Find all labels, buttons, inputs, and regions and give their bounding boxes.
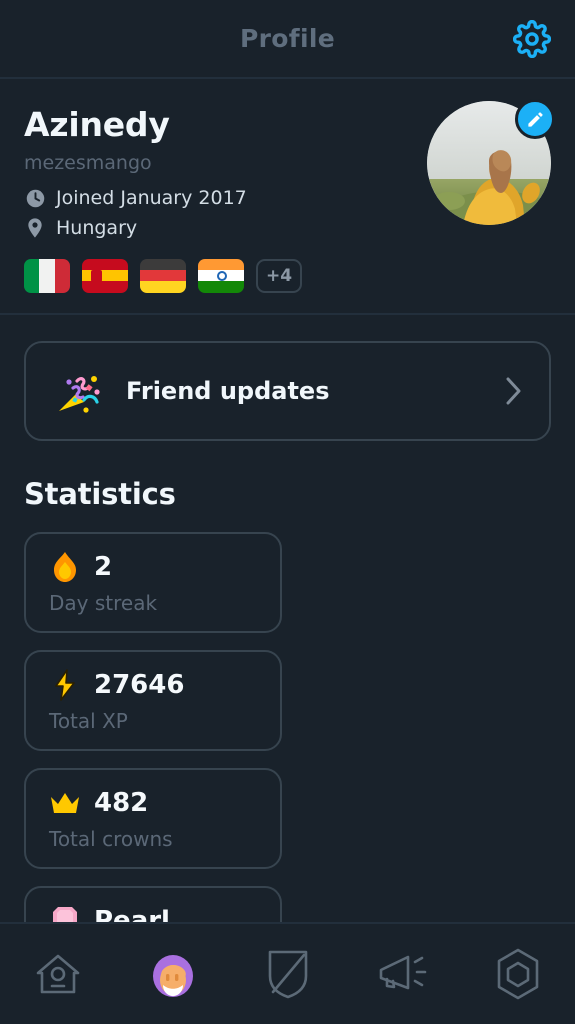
crown-icon [48,786,82,820]
india-flag[interactable] [198,258,244,293]
profile-header: Azinedy mezesmango Joined January 2017 H… [0,79,575,315]
statistics-title: Statistics [24,476,176,511]
italy-flag[interactable] [24,258,70,293]
page-title: Profile [240,24,335,53]
nav-profile[interactable] [137,938,209,1010]
location-text: Hungary [56,216,138,239]
pencil-icon [527,111,543,127]
location-pin-icon [24,217,46,239]
profile-content: Azinedy mezesmango Joined January 2017 H… [0,79,575,922]
chevron-right-icon [503,374,525,408]
stat-total-crowns: 482 Total crowns [24,767,282,869]
avatar-container[interactable] [427,99,555,225]
gear-icon [513,19,551,58]
stat-value: 27646 [94,669,185,700]
stat-league: Pearl League [24,885,282,922]
course-flags: +4 [24,258,551,293]
top-bar: Profile [0,0,575,79]
stat-label: Total crowns [49,826,173,851]
nav-shop[interactable] [482,938,554,1010]
spain-flag[interactable] [82,258,128,293]
megaphone-icon [379,955,426,990]
stat-value: 2 [94,551,113,582]
stat-day-streak: 2 Day streak [24,531,282,633]
friend-updates-label: Friend updates [126,376,330,405]
friend-updates-card[interactable]: Friend updates [24,340,551,441]
sections: Friend updates Statistics 2 Day streak 2… [0,340,575,922]
stat-label: Total XP [49,708,128,733]
shield-icon [268,950,307,999]
stat-value: 482 [94,787,149,818]
nav-learn[interactable] [22,938,94,1010]
stat-value: Pearl [94,905,170,922]
avatar-icon [152,955,193,997]
settings-button[interactable] [511,18,553,60]
joined-text: Joined January 2017 [56,187,247,210]
flame-icon [48,550,82,584]
pearl-gem-icon [48,904,82,922]
gem-icon [497,948,538,1000]
germany-flag[interactable] [140,258,186,293]
edit-avatar-button[interactable] [515,99,555,139]
profile-screen: Profile Azinedy mezesmango Joined Januar… [0,0,575,1024]
clock-icon [24,188,46,210]
more-flags-badge[interactable]: +4 [256,258,302,293]
party-popper-icon [50,362,108,420]
nav-leagues[interactable] [252,938,324,1010]
stat-total-xp: 27646 Total XP [24,649,282,751]
stat-label: Day streak [49,590,158,615]
bottom-navigation [0,922,575,1024]
birdhouse-icon [36,954,79,994]
nav-quests[interactable] [367,938,439,1010]
lightning-icon [48,668,82,702]
statistics-grid: 2 Day streak 27646 Total XP 482 Total cr… [24,531,551,922]
